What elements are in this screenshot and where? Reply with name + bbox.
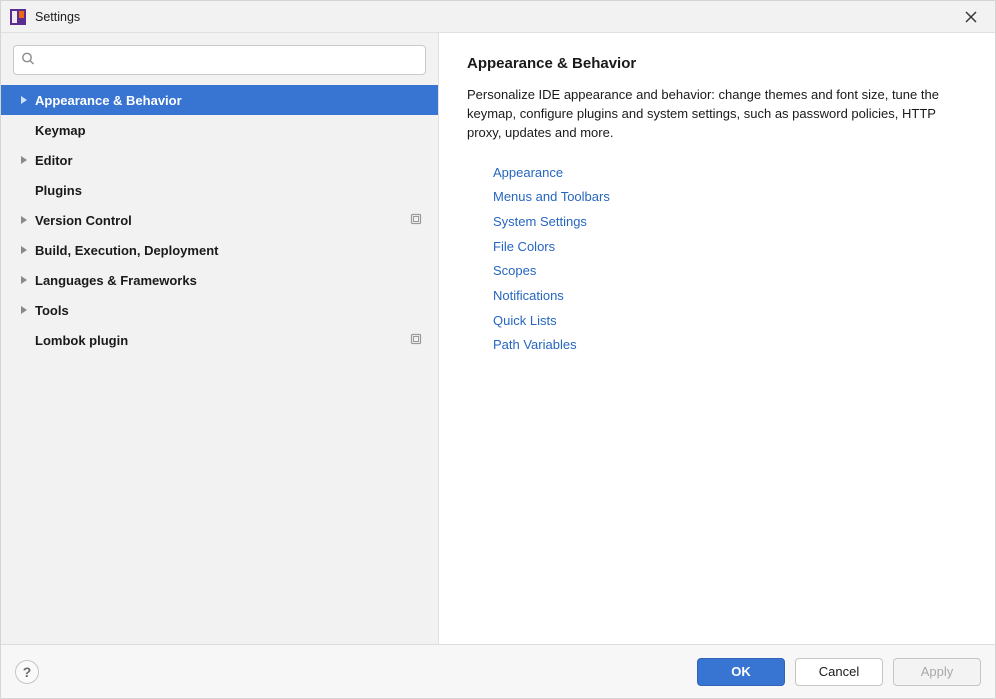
sidebar: Appearance & Behavior Keymap Editor Plug… (1, 33, 439, 644)
chevron-right-icon (17, 95, 31, 105)
apply-button[interactable]: Apply (893, 658, 981, 686)
page-title: Appearance & Behavior (467, 55, 967, 72)
chevron-right-icon (17, 245, 31, 255)
link-quick-lists[interactable]: Quick Lists (493, 309, 967, 334)
profile-scheme-icon (410, 333, 422, 348)
sidebar-item-label: Languages & Frameworks (35, 273, 426, 288)
chevron-right-icon (17, 305, 31, 315)
help-button[interactable]: ? (15, 660, 39, 684)
sublinks-list: Appearance Menus and Toolbars System Set… (467, 161, 967, 359)
link-notifications[interactable]: Notifications (493, 284, 967, 309)
settings-tree: Appearance & Behavior Keymap Editor Plug… (1, 85, 438, 644)
link-path-variables[interactable]: Path Variables (493, 333, 967, 358)
ok-button[interactable]: OK (697, 658, 785, 686)
close-button[interactable] (955, 1, 987, 33)
sidebar-item-label: Editor (35, 153, 426, 168)
sidebar-item-label: Tools (35, 303, 426, 318)
sidebar-item-label: Plugins (35, 183, 426, 198)
sidebar-item-appearance-behavior[interactable]: Appearance & Behavior (1, 85, 438, 115)
search-input[interactable] (13, 45, 426, 75)
window-title: Settings (35, 10, 955, 24)
sidebar-item-build-execution-deployment[interactable]: Build, Execution, Deployment (1, 235, 438, 265)
titlebar: Settings (1, 1, 995, 33)
sidebar-item-label: Keymap (35, 123, 426, 138)
link-appearance[interactable]: Appearance (493, 161, 967, 186)
sidebar-item-label: Build, Execution, Deployment (35, 243, 426, 258)
main-panel: Appearance & Behavior Personalize IDE ap… (439, 33, 995, 644)
page-description: Personalize IDE appearance and behavior:… (467, 86, 967, 143)
search-container (1, 45, 438, 85)
footer: ? OK Cancel Apply (1, 644, 995, 698)
sidebar-item-tools[interactable]: Tools (1, 295, 438, 325)
sidebar-item-languages-frameworks[interactable]: Languages & Frameworks (1, 265, 438, 295)
chevron-right-icon (17, 215, 31, 225)
sidebar-item-version-control[interactable]: Version Control (1, 205, 438, 235)
link-scopes[interactable]: Scopes (493, 259, 967, 284)
app-icon (9, 8, 27, 26)
sidebar-item-lombok-plugin[interactable]: Lombok plugin (1, 325, 438, 355)
chevron-right-icon (17, 275, 31, 285)
search-box (13, 45, 426, 75)
sidebar-item-editor[interactable]: Editor (1, 145, 438, 175)
chevron-right-icon (17, 155, 31, 165)
profile-scheme-icon (410, 213, 422, 228)
link-file-colors[interactable]: File Colors (493, 235, 967, 260)
sidebar-item-plugins[interactable]: Plugins (1, 175, 438, 205)
sidebar-item-label: Lombok plugin (35, 333, 410, 348)
sidebar-item-keymap[interactable]: Keymap (1, 115, 438, 145)
sidebar-item-label: Appearance & Behavior (35, 93, 426, 108)
cancel-button[interactable]: Cancel (795, 658, 883, 686)
link-system-settings[interactable]: System Settings (493, 210, 967, 235)
content-area: Appearance & Behavior Keymap Editor Plug… (1, 33, 995, 644)
sidebar-item-label: Version Control (35, 213, 410, 228)
link-menus-toolbars[interactable]: Menus and Toolbars (493, 185, 967, 210)
